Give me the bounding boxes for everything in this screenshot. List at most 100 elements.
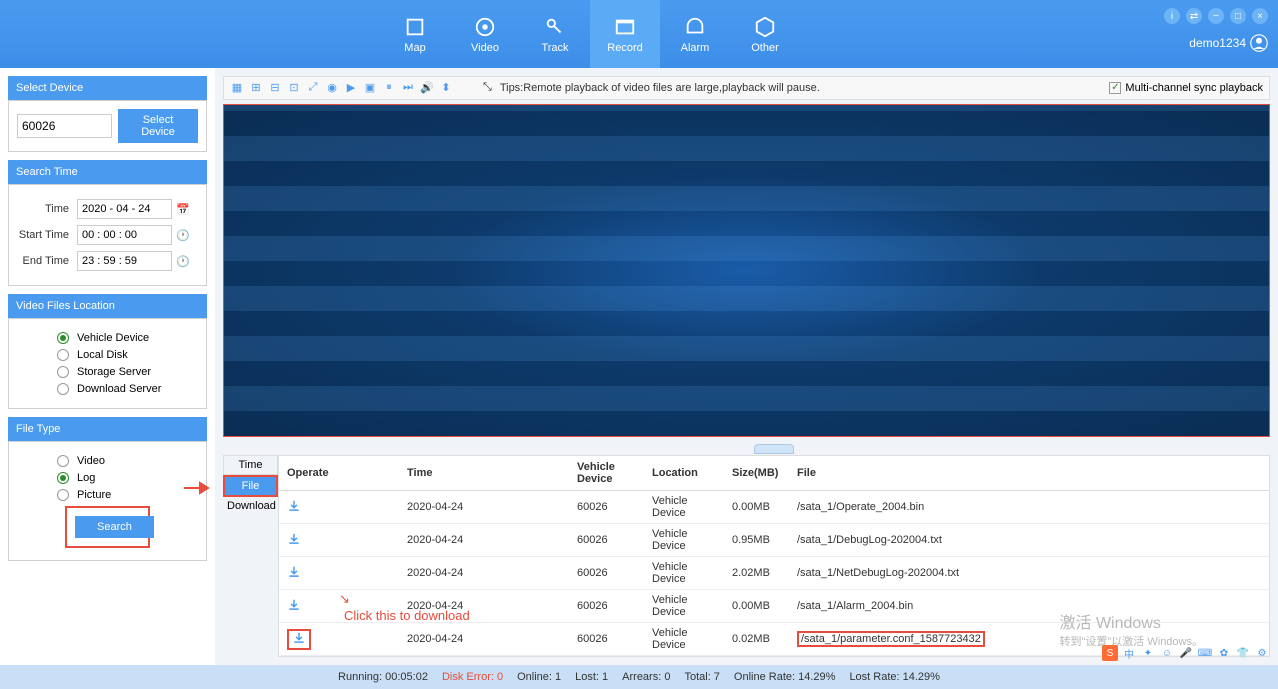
cell-device: 60026 [569, 557, 644, 590]
tab-label: Record [607, 42, 642, 54]
username-display[interactable]: demo1234 [1189, 34, 1268, 52]
tray-mic-icon[interactable]: 🎤 [1178, 645, 1194, 661]
cell-file: /sata_1/NetDebugLog-202004.txt [789, 557, 1269, 590]
clock-icon[interactable]: 🕐 [176, 229, 190, 242]
location-header: Video Files Location [8, 294, 207, 318]
select-device-header: Select Device [8, 76, 207, 100]
status-disk-error: Disk Error: 0 [442, 671, 503, 683]
time-label: Time [17, 203, 77, 215]
start-time-input[interactable] [77, 225, 172, 245]
record-icon [613, 15, 637, 39]
cell-file: /sata_1/Operate_2004.bin [789, 491, 1269, 524]
file-table: Operate Time Vehicle Device Location Siz… [279, 456, 1269, 656]
radio-storage-server[interactable]: Storage Server [17, 366, 198, 378]
swap-icon[interactable]: ⇄ [1186, 8, 1202, 24]
table-resize-handle[interactable] [754, 444, 794, 454]
expand-icon[interactable]: ⤡ [483, 81, 492, 94]
layout-1-icon[interactable]: ▦ [230, 81, 244, 95]
header-right: i ⇄ − □ × demo1234 [1164, 8, 1268, 52]
radio-picture[interactable]: Picture [17, 489, 198, 501]
sync-playback-toggle[interactable]: Multi-channel sync playback [1109, 82, 1263, 94]
tab-alarm[interactable]: Alarm [660, 0, 730, 68]
signal-icon[interactable]: ⬍ [439, 81, 453, 95]
search-button[interactable]: Search [75, 516, 154, 538]
status-online-rate: Online Rate: 14.29% [734, 671, 836, 683]
status-online: Online: 1 [517, 671, 561, 683]
cell-time: 2020-04-24 [399, 524, 569, 557]
radio-icon [57, 472, 69, 484]
close-icon[interactable]: × [1252, 8, 1268, 24]
col-operate: Operate [279, 456, 399, 491]
tab-video[interactable]: Video [450, 0, 520, 68]
sync-label: Multi-channel sync playback [1125, 82, 1263, 94]
table-tab-file[interactable]: File [223, 475, 278, 497]
layout-9-icon[interactable]: ⊟ [268, 81, 282, 95]
end-time-input[interactable] [77, 251, 172, 271]
radio-download-server[interactable]: Download Server [17, 383, 198, 395]
table-tab-time[interactable]: Time [223, 455, 278, 475]
tab-other[interactable]: Other [730, 0, 800, 68]
play-icon[interactable]: ▶ [344, 81, 358, 95]
step-icon[interactable]: ⏭ [401, 81, 415, 95]
volume-icon[interactable]: 🔊 [420, 81, 434, 95]
tray-icon[interactable]: S [1102, 645, 1118, 661]
cell-location: Vehicle Device [644, 491, 724, 524]
clock-icon[interactable]: 🕐 [176, 255, 190, 268]
maximize-icon[interactable]: □ [1230, 8, 1246, 24]
cell-location: Vehicle Device [644, 557, 724, 590]
pause-icon[interactable]: ⏸ [382, 81, 396, 95]
file-table-container: Operate Time Vehicle Device Location Siz… [278, 455, 1270, 657]
table-tab-download[interactable]: Download [223, 497, 278, 515]
tray-icon[interactable]: ✦ [1140, 645, 1156, 661]
download-icon[interactable] [287, 629, 311, 650]
radio-label: Picture [77, 489, 111, 501]
tray-icon[interactable]: ✿ [1216, 645, 1232, 661]
radio-vehicle-device[interactable]: Vehicle Device [17, 332, 198, 344]
download-icon[interactable] [287, 499, 301, 516]
video-playback-area[interactable] [223, 104, 1270, 437]
radio-icon [57, 366, 69, 378]
stop-icon[interactable]: ▣ [363, 81, 377, 95]
video-icon [473, 15, 497, 39]
tray-keyboard-icon[interactable]: ⌨ [1197, 645, 1213, 661]
radio-log[interactable]: Log [17, 472, 198, 484]
status-total: Total: 7 [684, 671, 719, 683]
minimize-icon[interactable]: − [1208, 8, 1224, 24]
radio-local-disk[interactable]: Local Disk [17, 349, 198, 361]
tab-track[interactable]: Track [520, 0, 590, 68]
calendar-icon[interactable]: 📅 [176, 203, 190, 216]
cell-file: /sata_1/Alarm_2004.bin [789, 590, 1269, 623]
layout-4-icon[interactable]: ⊞ [249, 81, 263, 95]
table-row[interactable]: 2020-04-24 60026 Vehicle Device 0.95MB /… [279, 524, 1269, 557]
fullscreen-icon[interactable]: ⤢ [306, 81, 320, 95]
tab-map[interactable]: Map [380, 0, 450, 68]
map-icon [403, 15, 427, 39]
radio-label: Vehicle Device [77, 332, 149, 344]
cell-time: 2020-04-24 [399, 623, 569, 656]
download-icon[interactable] [287, 532, 301, 549]
info-icon[interactable]: i [1164, 8, 1180, 24]
radio-icon [57, 332, 69, 344]
tray-settings-icon[interactable]: ⚙ [1254, 645, 1270, 661]
col-time: Time [399, 456, 569, 491]
table-row[interactable]: 2020-04-24 60026 Vehicle Device 0.00MB /… [279, 491, 1269, 524]
cell-time: 2020-04-24 [399, 557, 569, 590]
table-row[interactable]: 2020-04-24 60026 Vehicle Device 2.02MB /… [279, 557, 1269, 590]
annotation-arrow-down: ↘ [339, 591, 350, 607]
select-device-button[interactable]: Select Device [118, 109, 198, 143]
tray-icon[interactable]: 👕 [1235, 645, 1251, 661]
radio-video[interactable]: Video [17, 455, 198, 467]
radio-icon [57, 349, 69, 361]
cell-file: /sata_1/DebugLog-202004.txt [789, 524, 1269, 557]
download-icon[interactable] [287, 598, 301, 615]
layout-16-icon[interactable]: ⊡ [287, 81, 301, 95]
download-icon[interactable] [287, 565, 301, 582]
status-arrears: Arrears: 0 [622, 671, 670, 683]
tray-icon[interactable]: ☺ [1159, 645, 1175, 661]
cell-time: 2020-04-24 [399, 491, 569, 524]
date-input[interactable] [77, 199, 172, 219]
snapshot-icon[interactable]: ◉ [325, 81, 339, 95]
device-input[interactable] [17, 114, 112, 138]
tab-record[interactable]: Record [590, 0, 660, 68]
tray-ime-icon[interactable]: 中 [1121, 645, 1137, 661]
